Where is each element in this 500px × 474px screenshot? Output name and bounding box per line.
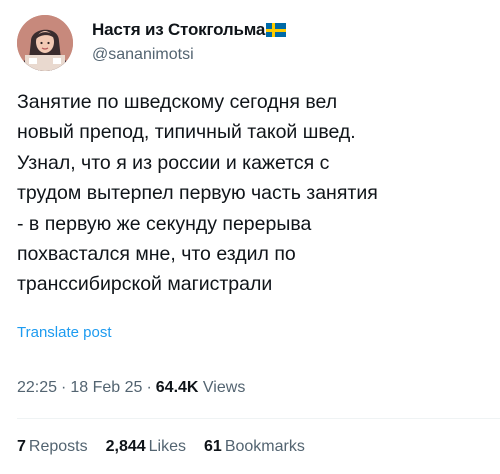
author-handle[interactable]: @sananimotsi	[92, 45, 194, 65]
tweet-meta: 22:25 · 18 Feb 25 · 64.4K Views	[17, 378, 245, 398]
tweet-text-line: транссибирской магистрали	[17, 273, 273, 296]
author-name-text: Настя из Стокгольма	[92, 20, 266, 39]
views-label: Views	[202, 379, 246, 396]
bookmarks-label: Bookmarks	[224, 438, 305, 455]
views-count: 64.4K	[155, 379, 199, 396]
tweet-text: Занятие по шведскому сегодня вел новый п…	[17, 87, 487, 300]
tweet-text-line: Узнал, что я из россии и кажется с	[17, 151, 330, 174]
tweet-text-line: трудом вытерпел первую часть занятия	[17, 182, 378, 205]
avatar[interactable]	[17, 15, 73, 71]
profile-avatar-illustration	[17, 15, 73, 71]
reposts-label: Reposts	[28, 438, 88, 455]
author-name[interactable]: Настя из Стокгольма	[92, 20, 287, 40]
post-date[interactable]: 18 Feb 25	[70, 379, 142, 396]
tweet-card: Настя из Стокгольма @sananimotsi Занятие…	[0, 0, 500, 474]
divider	[17, 418, 500, 419]
tweet-text-line: Занятие по шведскому сегодня вел	[17, 91, 338, 113]
likes-label: Likes	[148, 438, 187, 455]
bookmarks-stat[interactable]: 61 Bookmarks	[204, 437, 305, 457]
sweden-flag-icon	[266, 23, 287, 37]
translate-post-link[interactable]: Translate post	[17, 323, 112, 343]
engagement-stats: 7 Reposts 2,844 Likes 61 Bookmarks	[17, 437, 323, 457]
likes-count: 2,844	[105, 438, 146, 455]
reposts-count: 7	[17, 438, 26, 455]
bookmarks-count: 61	[204, 438, 222, 455]
likes-stat[interactable]: 2,844 Likes	[106, 437, 186, 457]
tweet-text-line: - в первую же секунду перерыва	[17, 212, 312, 235]
meta-separator: ·	[61, 379, 67, 396]
tweet-text-line: похвастался мне, что ездил по	[17, 243, 296, 266]
post-time[interactable]: 22:25	[17, 379, 57, 396]
tweet-text-line: новый препод, типичный такой швед.	[17, 121, 356, 144]
reposts-stat[interactable]: 7 Reposts	[17, 437, 88, 457]
meta-separator: ·	[146, 379, 152, 396]
